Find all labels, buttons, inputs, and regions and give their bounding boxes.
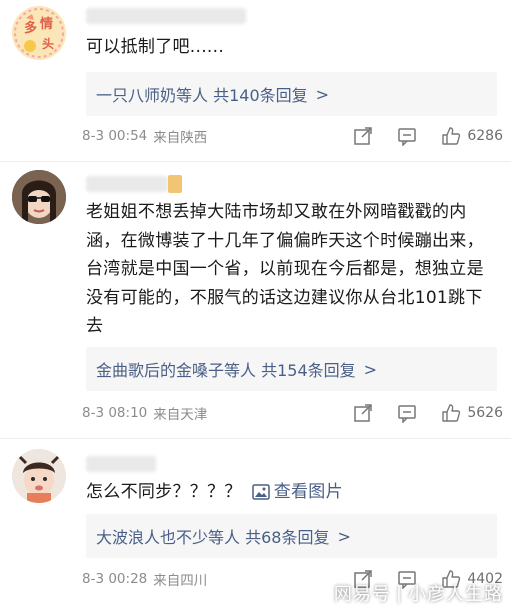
share-icon[interactable] — [353, 126, 373, 146]
like-count: 5626 — [467, 405, 503, 421]
reply-summary[interactable]: 大波浪人也不少等人 共68条回复 > — [86, 514, 497, 558]
reply-summary[interactable]: 金曲歌后的金嗓子等人 共154条回复 > — [86, 347, 497, 391]
comment-actions: 6286 — [329, 124, 503, 148]
comment-text: 可以抵制了吧...... — [86, 37, 225, 57]
comment-text: 怎么不同步？？？？ — [86, 482, 242, 502]
user-badge-icon — [168, 175, 182, 193]
divider — [0, 161, 511, 162]
view-image-label: 查看图片 — [273, 482, 343, 502]
comment-location: 来自天津 — [153, 407, 208, 423]
reply-summary[interactable]: 一只八师奶等人 共140条回复 > — [86, 72, 497, 116]
username-blurred[interactable] — [86, 456, 156, 472]
comment-time: 8-3 00:54 — [82, 128, 148, 144]
avatar[interactable] — [12, 170, 66, 224]
comment-meta: 8-3 08:10 来自天津 5626 — [82, 401, 503, 425]
like-icon[interactable] — [441, 403, 461, 423]
comment-time: 8-3 08:10 — [82, 405, 148, 421]
avatar[interactable]: 多 情 头 — [12, 6, 66, 60]
like-icon[interactable] — [441, 126, 461, 146]
comment-location: 来自陕西 — [153, 130, 208, 146]
svg-text:头: 头 — [42, 36, 54, 51]
watermark-author: 小彦人生路 — [408, 584, 503, 605]
avatar-image-icon — [12, 449, 66, 503]
comment-text: 老姐姐不想丢掉大陆市场却又敢在外网暗戳戳的内涵，在微博装了十几年了偏偏昨天这个时… — [86, 202, 484, 336]
chevron-right-icon: > — [337, 526, 351, 546]
watermark: 网易号 | 小彦人生路 — [334, 580, 503, 606]
comment-actions: 5626 — [329, 401, 503, 425]
comment-location: 来自四川 — [153, 573, 208, 589]
image-icon — [251, 484, 270, 500]
comment-text-row: 怎么不同步？？？？ 查看图片 — [86, 478, 497, 507]
avatar[interactable] — [12, 449, 66, 503]
reply-summary-text: 一只八师奶等人 共140条回复 — [96, 86, 308, 105]
watermark-separator: | — [395, 582, 403, 604]
comment-time: 8-3 00:28 — [82, 571, 148, 587]
username-blurred[interactable] — [86, 8, 246, 24]
view-image-link[interactable]: 查看图片 — [251, 478, 343, 507]
reply-summary-text: 大波浪人也不少等人 共68条回复 — [96, 528, 330, 547]
chevron-right-icon: > — [363, 359, 378, 379]
share-icon[interactable] — [353, 403, 373, 423]
reply-summary-text: 金曲歌后的金嗓子等人 共154条回复 — [96, 361, 356, 380]
chevron-right-icon: > — [315, 84, 330, 104]
divider — [0, 438, 511, 439]
comment-meta: 8-3 00:54 来自陕西 6286 — [82, 124, 503, 148]
comment-icon[interactable] — [397, 403, 417, 423]
avatar-image-icon: 多 情 头 — [12, 6, 66, 60]
like-count: 6286 — [467, 128, 503, 144]
svg-text:情: 情 — [40, 16, 53, 32]
comment-icon[interactable] — [397, 126, 417, 146]
watermark-source: 网易号 — [333, 584, 391, 605]
username-blurred[interactable] — [86, 176, 168, 192]
avatar-image-icon — [12, 170, 66, 224]
svg-text:多: 多 — [24, 20, 37, 36]
